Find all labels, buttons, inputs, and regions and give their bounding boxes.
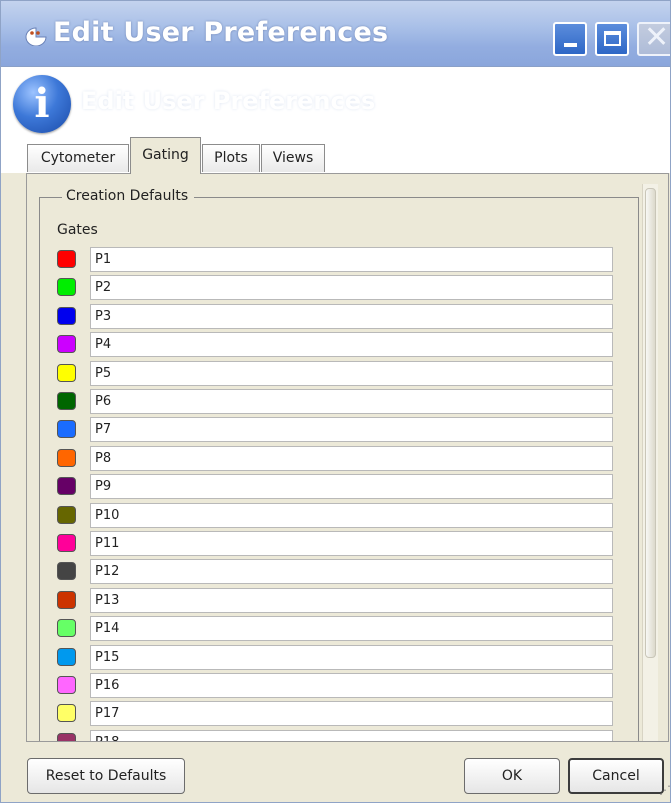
gate-name-input[interactable] (90, 332, 613, 358)
gate-name-input[interactable] (90, 502, 613, 528)
reset-to-defaults-button[interactable]: Reset to Defaults (27, 758, 185, 794)
resize-grip-icon[interactable]: ⋰ (659, 783, 670, 797)
gate-name-input[interactable] (90, 474, 613, 500)
gate-row (57, 417, 617, 443)
gate-name-input[interactable] (90, 275, 613, 301)
gate-color-swatch[interactable] (57, 704, 76, 723)
gate-name-input[interactable] (90, 729, 613, 741)
scrollbar-thumb[interactable] (645, 188, 656, 658)
gate-row (57, 247, 617, 273)
gate-color-swatch[interactable] (57, 306, 76, 325)
gate-color-swatch[interactable] (57, 477, 76, 496)
gate-name-input[interactable] (90, 644, 613, 670)
cancel-button[interactable]: Cancel (568, 758, 664, 794)
gate-row (57, 360, 617, 387)
gate-name-input[interactable] (90, 559, 613, 585)
title-bar[interactable]: Edit User Preferences ✕ (1, 1, 670, 67)
maximize-button[interactable] (595, 22, 629, 56)
gate-row (57, 474, 617, 500)
gate-name-input[interactable] (90, 673, 613, 698)
gate-color-swatch[interactable] (57, 505, 76, 524)
vertical-scrollbar[interactable] (642, 184, 658, 741)
gate-color-swatch[interactable] (57, 619, 76, 638)
gate-name-input[interactable] (90, 616, 613, 642)
gate-name-input[interactable] (90, 445, 613, 471)
dialog-window: Edit User Preferences ✕ i Edit User Pref… (0, 0, 671, 803)
window-title: Edit User Preferences (53, 17, 389, 48)
gate-name-input[interactable] (90, 531, 613, 556)
gate-name-input[interactable] (90, 701, 613, 727)
gate-color-swatch[interactable] (57, 534, 76, 552)
app-icon (25, 27, 47, 46)
gate-row (57, 701, 617, 727)
gate-name-input[interactable] (90, 360, 613, 386)
gate-color-swatch[interactable] (57, 732, 76, 741)
gate-color-swatch[interactable] (57, 392, 76, 410)
tab-panel-gating: Creation Defaults Gates (26, 173, 669, 742)
maximize-icon (604, 31, 621, 46)
info-icon: i (13, 75, 71, 133)
gate-color-swatch[interactable] (57, 250, 76, 268)
gate-row (57, 559, 617, 585)
gates-label: Gates (57, 222, 98, 238)
header-ghost-title: Edit User Preferences (81, 87, 376, 115)
gate-color-swatch[interactable] (57, 590, 76, 609)
tab-gating[interactable]: Gating (130, 137, 201, 174)
gate-name-input[interactable] (90, 389, 613, 414)
gate-name-input[interactable] (90, 247, 613, 272)
gate-row (57, 729, 617, 741)
gate-color-swatch[interactable] (57, 448, 76, 467)
close-button[interactable]: ✕ (637, 20, 670, 56)
gate-row (57, 445, 617, 472)
gate-row (57, 332, 617, 358)
tab-views[interactable]: Views (261, 144, 325, 172)
group-legend: Creation Defaults (62, 188, 195, 204)
gate-row (57, 389, 617, 415)
gate-row (57, 587, 617, 614)
gate-row (57, 531, 617, 557)
gate-color-swatch[interactable] (57, 562, 76, 581)
gate-row (57, 644, 617, 671)
gate-row (57, 303, 617, 330)
gate-color-swatch[interactable] (57, 647, 76, 666)
gate-name-input[interactable] (90, 417, 613, 443)
gate-color-swatch[interactable] (57, 278, 76, 297)
gate-row (57, 673, 617, 699)
gate-color-swatch[interactable] (57, 676, 76, 694)
ok-button[interactable]: OK (464, 758, 560, 794)
gate-name-input[interactable] (90, 587, 613, 613)
gate-row (57, 502, 617, 529)
minimize-icon (564, 43, 577, 47)
gate-row (57, 275, 617, 301)
gate-name-input[interactable] (90, 303, 613, 329)
close-icon: ✕ (644, 20, 670, 55)
tab-plots[interactable]: Plots (202, 144, 260, 172)
dialog-header: i Edit User Preferences (1, 67, 670, 137)
gate-color-swatch[interactable] (57, 420, 76, 439)
gate-row (57, 616, 617, 642)
gate-color-swatch[interactable] (57, 335, 76, 354)
minimize-button[interactable] (553, 22, 587, 56)
gate-color-swatch[interactable] (57, 363, 76, 382)
tab-cytometer[interactable]: Cytometer (27, 144, 129, 172)
